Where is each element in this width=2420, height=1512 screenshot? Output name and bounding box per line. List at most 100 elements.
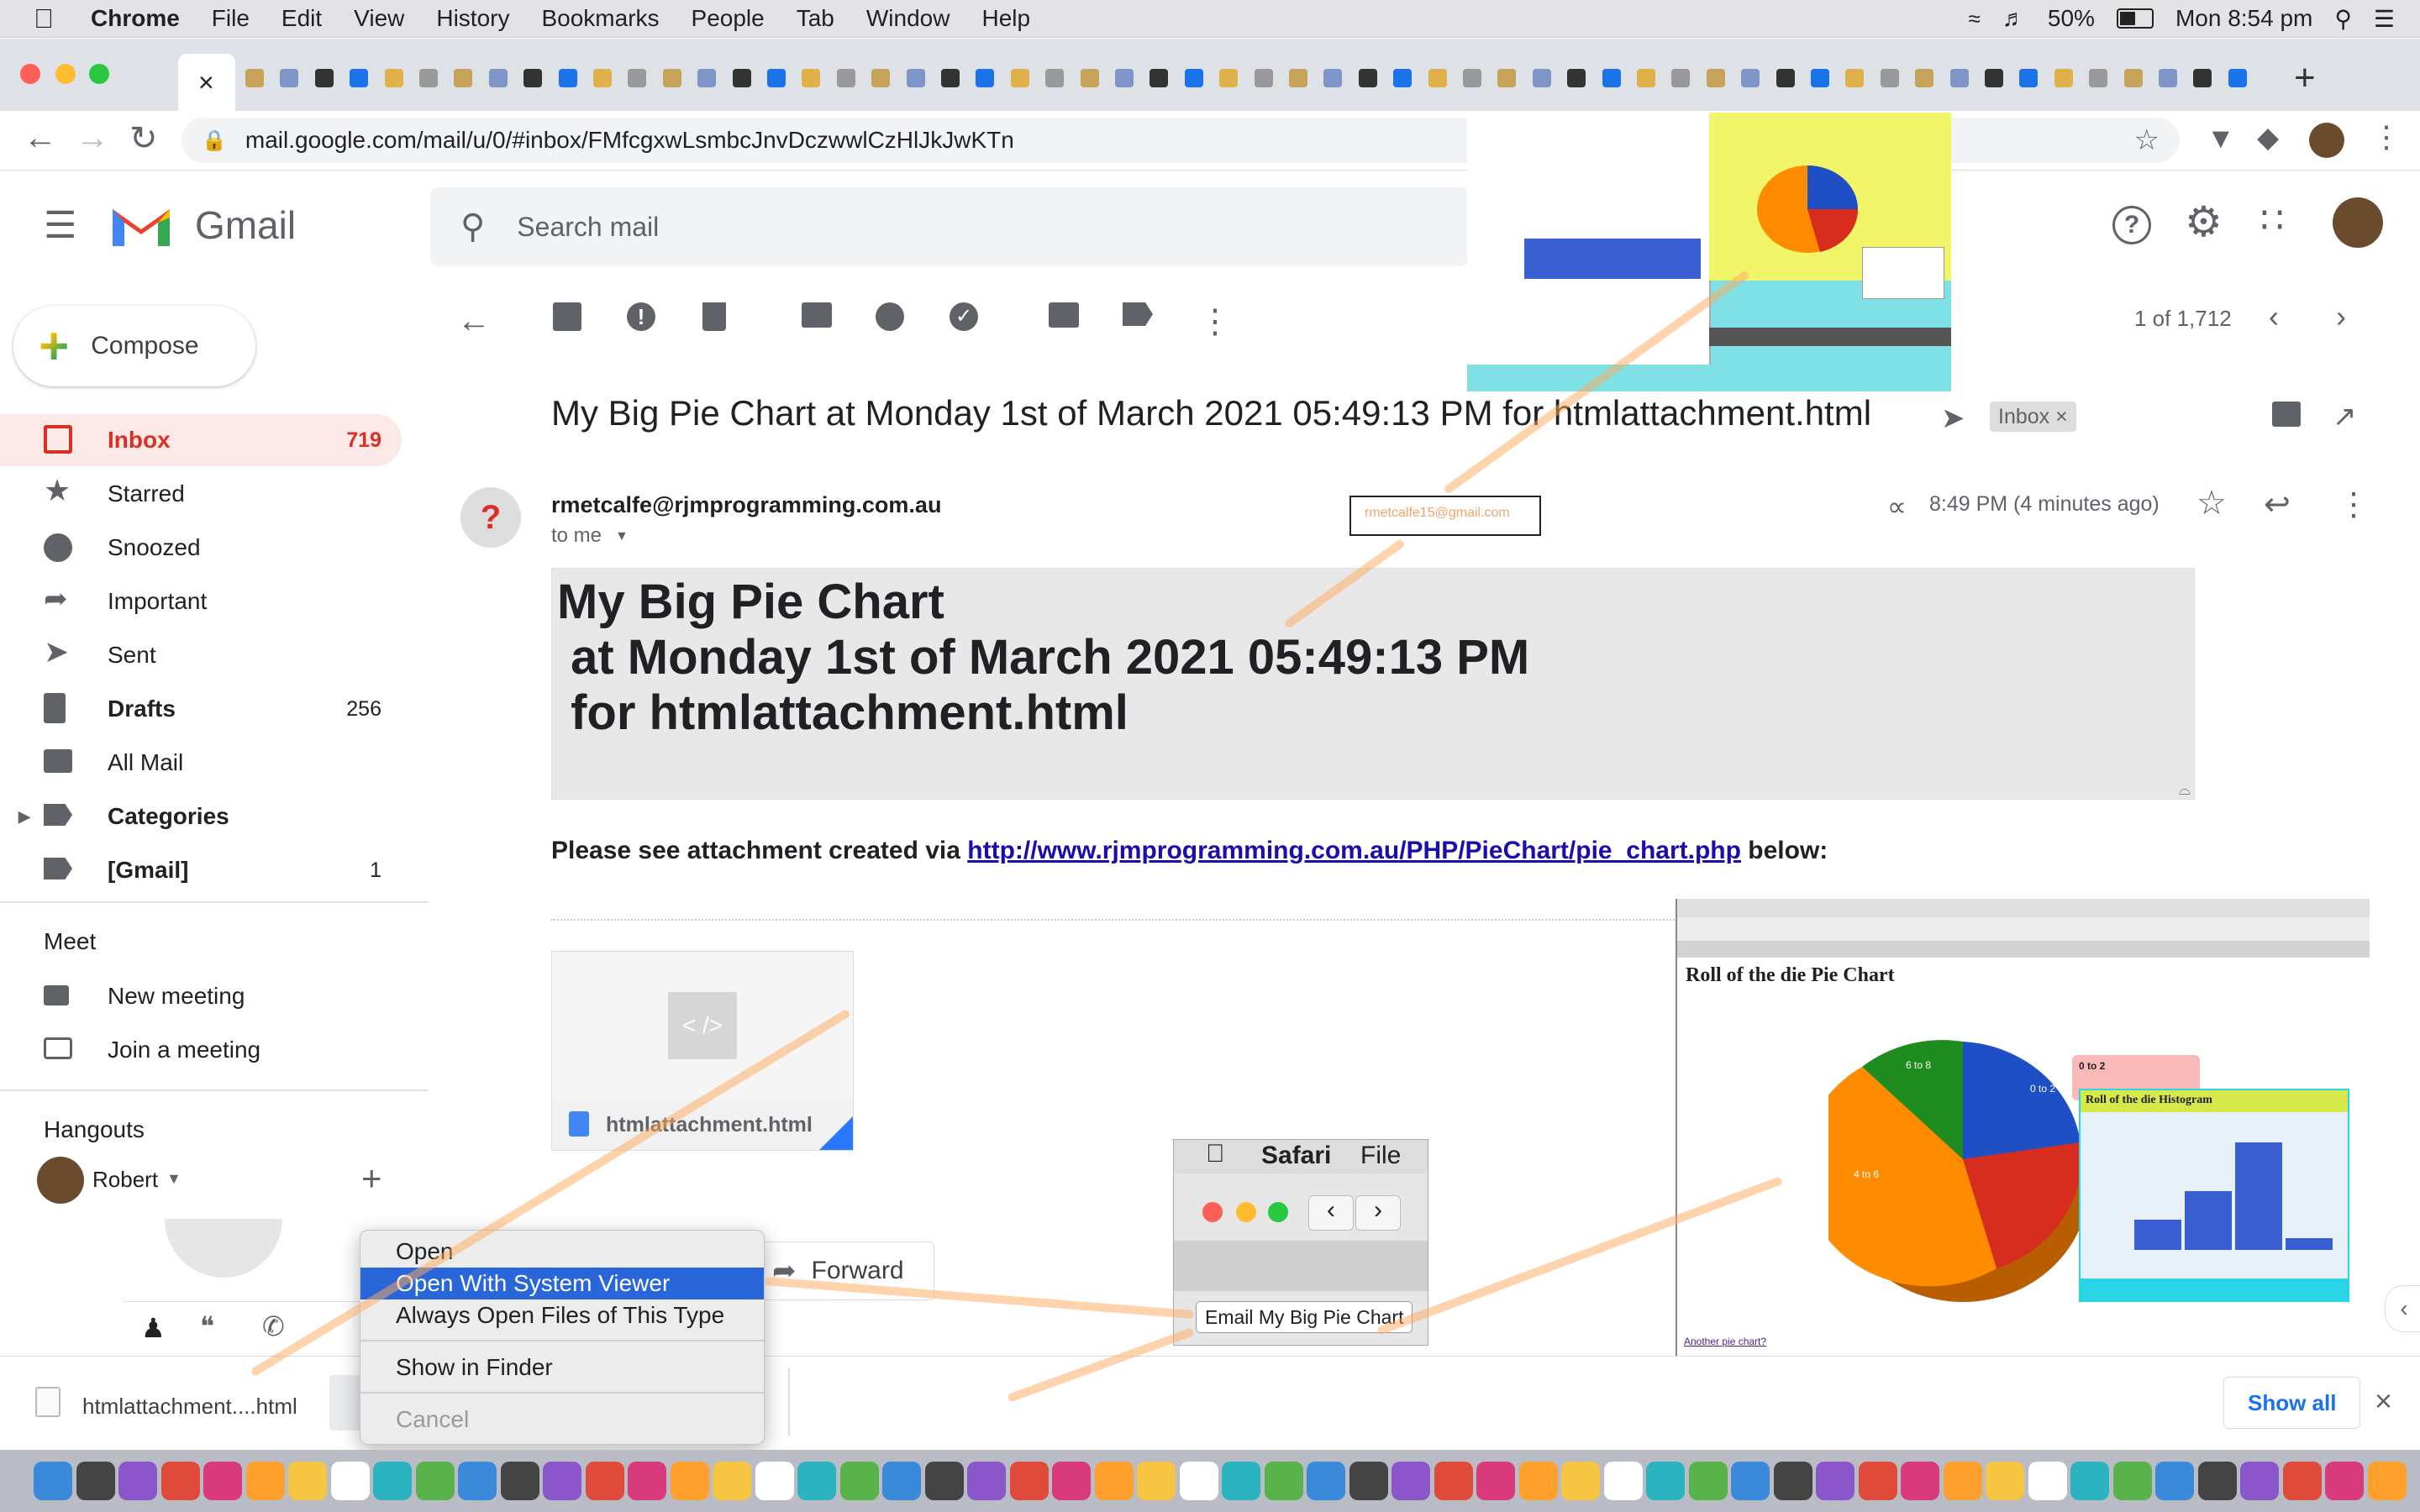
tab-favicon-icon[interactable] bbox=[1532, 69, 1551, 87]
join-meeting-item[interactable]: Join a meeting bbox=[0, 1024, 402, 1076]
tab-favicon-icon[interactable] bbox=[593, 69, 612, 87]
tab-favicon-icon[interactable] bbox=[1045, 69, 1065, 87]
dock-app-icon[interactable] bbox=[1943, 1462, 1982, 1500]
pie-chart-link[interactable]: http://www.rjmprogramming.com.au/PHP/Pie… bbox=[967, 837, 1741, 864]
dock-app-icon[interactable] bbox=[2070, 1462, 2109, 1500]
tab-favicon-icon[interactable] bbox=[1393, 69, 1413, 87]
tab-favicon-icon[interactable] bbox=[1880, 69, 1899, 87]
dock-app-icon[interactable] bbox=[1094, 1462, 1134, 1500]
dock-app-icon[interactable] bbox=[2155, 1462, 2194, 1500]
dock-app-icon[interactable] bbox=[2028, 1462, 2067, 1500]
tab-favicon-icon[interactable] bbox=[976, 69, 995, 87]
apple-menu-icon[interactable]:  bbox=[34, 3, 54, 34]
print-icon[interactable] bbox=[2272, 402, 2301, 427]
tab-favicon-icon[interactable] bbox=[1428, 69, 1447, 87]
wifi-icon[interactable]: ≈ bbox=[1969, 6, 1981, 32]
dock-app-icon[interactable] bbox=[373, 1462, 412, 1500]
tab-favicon-icon[interactable] bbox=[941, 69, 960, 87]
tab-favicon-icon[interactable] bbox=[2019, 69, 2039, 87]
dock-app-icon[interactable] bbox=[1773, 1462, 1812, 1500]
dock-app-icon[interactable] bbox=[118, 1462, 157, 1500]
sidebar-item-all-mail[interactable]: All Mail bbox=[0, 737, 402, 789]
chat-bubble-icon[interactable]: ❝ bbox=[200, 1310, 214, 1342]
gmail-logo-icon[interactable] bbox=[109, 201, 173, 249]
tab-favicon-icon[interactable] bbox=[1184, 69, 1203, 87]
search-box[interactable]: ⚲ Search mail bbox=[430, 187, 1469, 266]
tab-favicon-icon[interactable] bbox=[732, 69, 751, 87]
tab-favicon-icon[interactable] bbox=[1010, 69, 1029, 87]
dock-app-icon[interactable] bbox=[1476, 1462, 1515, 1500]
dock-app-icon[interactable] bbox=[924, 1462, 964, 1500]
dock-app-icon[interactable] bbox=[288, 1462, 327, 1500]
menubar-file[interactable]: File bbox=[212, 5, 250, 32]
dock-app-icon[interactable] bbox=[500, 1462, 539, 1500]
tab-favicon-icon[interactable] bbox=[1150, 69, 1169, 87]
dock-app-icon[interactable] bbox=[245, 1462, 285, 1500]
tab-favicon-icon[interactable] bbox=[871, 69, 891, 87]
menubar-history[interactable]: History bbox=[436, 5, 509, 32]
dock-app-icon[interactable] bbox=[34, 1462, 72, 1500]
dock-app-icon[interactable] bbox=[1603, 1462, 1643, 1500]
dock-app-icon[interactable] bbox=[1688, 1462, 1728, 1500]
extensions-puzzle-icon[interactable]: ◆ bbox=[2257, 121, 2279, 155]
apps-grid-icon[interactable]: ∷ bbox=[2260, 199, 2284, 242]
sender-email[interactable]: rmetcalfe@rjmprogramming.com.au bbox=[551, 492, 941, 518]
tab-favicon-icon[interactable] bbox=[245, 69, 264, 87]
tab-favicon-icon[interactable] bbox=[1671, 69, 1691, 87]
dock-app-icon[interactable] bbox=[76, 1462, 115, 1500]
email-body-textarea[interactable]: My Big Pie Chart at Monday 1st of March … bbox=[551, 568, 2195, 800]
sidebar-item-drafts[interactable]: Drafts 256 bbox=[0, 683, 402, 735]
sidebar-item-categories[interactable]: ▶ Categories bbox=[0, 790, 402, 843]
download-filename[interactable]: htmlattachment....html bbox=[82, 1394, 297, 1420]
dock-app-icon[interactable] bbox=[585, 1462, 624, 1500]
tab-favicon-icon[interactable] bbox=[1706, 69, 1725, 87]
dock-app-icon[interactable] bbox=[1392, 1462, 1430, 1500]
tab-favicon-icon[interactable] bbox=[662, 69, 681, 87]
dock-app-icon[interactable] bbox=[839, 1462, 879, 1500]
dock-app-icon[interactable] bbox=[2240, 1462, 2279, 1500]
tab-favicon-icon[interactable] bbox=[280, 69, 299, 87]
dock-app-icon[interactable] bbox=[160, 1462, 200, 1500]
tab-favicon-icon[interactable] bbox=[1741, 69, 1760, 87]
dock-app-icon[interactable] bbox=[1986, 1462, 2024, 1500]
back-icon[interactable]: ← bbox=[24, 119, 57, 157]
star-message-icon[interactable]: ☆ bbox=[2196, 484, 2227, 522]
tab-favicon-icon[interactable] bbox=[1602, 69, 1621, 87]
dock-app-icon[interactable] bbox=[1264, 1462, 1303, 1500]
dock-app-icon[interactable] bbox=[882, 1462, 921, 1500]
recipient-details-chevron-icon[interactable]: ▼ bbox=[615, 529, 629, 544]
tab-favicon-icon[interactable] bbox=[1567, 69, 1586, 87]
tab-favicon-icon[interactable] bbox=[697, 69, 717, 87]
menubar-help[interactable]: Help bbox=[981, 5, 1030, 32]
chevron-down-icon[interactable]: ▼ bbox=[166, 1170, 182, 1188]
main-menu-icon[interactable]: ☰ bbox=[44, 204, 76, 247]
archive-icon[interactable] bbox=[553, 302, 581, 331]
tab-favicon-icon[interactable] bbox=[1637, 69, 1655, 87]
add-task-icon[interactable]: ✓ bbox=[950, 302, 978, 331]
settings-gear-icon[interactable]: ⚙ bbox=[2185, 197, 2223, 246]
tab-favicon-icon[interactable] bbox=[628, 69, 647, 87]
dock-app-icon[interactable] bbox=[1434, 1462, 1473, 1500]
tab-favicon-icon[interactable] bbox=[1915, 69, 1934, 87]
tab-favicon-icon[interactable] bbox=[1845, 69, 1865, 87]
delete-trash-icon[interactable] bbox=[702, 302, 726, 331]
menubar-bookmarks[interactable]: Bookmarks bbox=[541, 5, 659, 32]
tab-favicon-icon[interactable] bbox=[2228, 69, 2247, 87]
dock-app-icon[interactable] bbox=[1349, 1462, 1388, 1500]
dock-app-icon[interactable] bbox=[1052, 1462, 1091, 1500]
reload-icon[interactable]: ↻ bbox=[129, 119, 158, 158]
hangouts-user[interactable]: Robert bbox=[92, 1167, 158, 1193]
window-zoom-button[interactable] bbox=[89, 64, 109, 84]
dock-app-icon[interactable] bbox=[967, 1462, 1006, 1500]
report-spam-icon[interactable]: ! bbox=[627, 302, 655, 331]
tab-favicon-icon[interactable] bbox=[1776, 69, 1795, 87]
dock-app-icon[interactable] bbox=[2282, 1462, 2322, 1500]
tab-favicon-icon[interactable] bbox=[1323, 69, 1343, 87]
contacts-person-icon[interactable]: ♟ bbox=[141, 1312, 166, 1344]
menubar-window[interactable]: Window bbox=[866, 5, 950, 32]
another-pie-chart-link[interactable]: Another pie chart? bbox=[1684, 1336, 1766, 1347]
window-close-button[interactable] bbox=[20, 64, 40, 84]
window-minimize-button[interactable] bbox=[55, 64, 76, 84]
tab-favicon-icon[interactable] bbox=[906, 69, 925, 87]
tab-favicon-icon[interactable] bbox=[1080, 69, 1099, 87]
